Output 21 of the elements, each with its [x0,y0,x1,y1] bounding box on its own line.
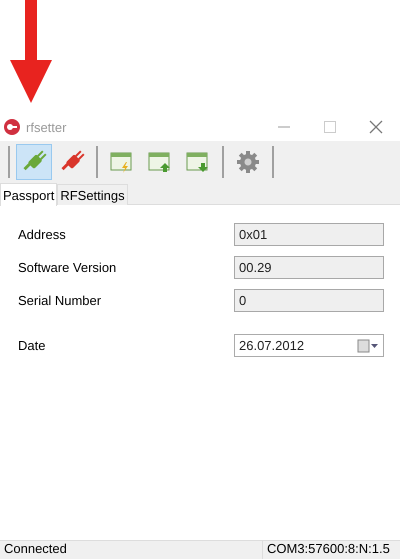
input-field[interactable]: 00.29 [234,256,384,279]
date-field[interactable]: 26.07.2012 [234,334,384,357]
input-field[interactable]: 0x01 [234,223,384,246]
port-settings-text: COM3:57600:8:N:1.5 [262,541,400,559]
maximize-icon[interactable] [322,119,338,135]
tab[interactable]: Passport [0,183,58,206]
field-label: Serial Number [18,293,102,308]
settings-icon [236,150,260,174]
field-label: Address [18,227,66,242]
window-icon [185,150,211,174]
tab[interactable]: RFSettings [57,184,128,205]
field-label: Software Version [18,260,116,275]
calendar-dropdown-icon [357,338,379,352]
close-icon[interactable] [368,119,384,135]
status-text: Connected [3,541,68,558]
field-label: Date [18,338,46,353]
app-icon [4,119,20,135]
toolbar-button[interactable] [16,144,52,180]
window-title: rfsetter [26,120,68,134]
input-field[interactable]: 0 [234,289,384,312]
window-icon [147,150,173,174]
